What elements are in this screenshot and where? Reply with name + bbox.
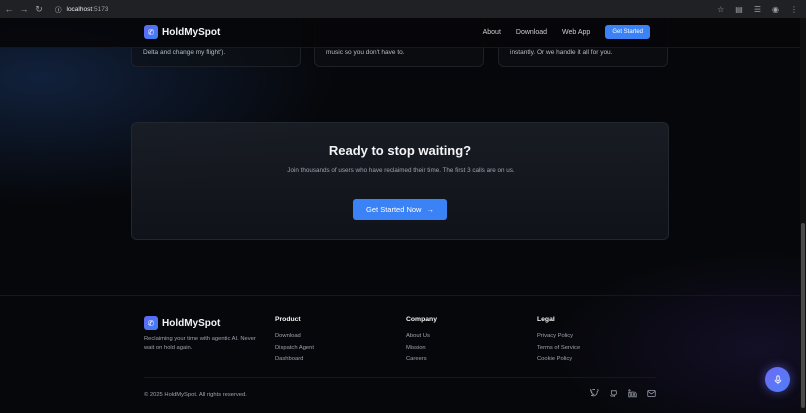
nav-web-app[interactable]: Web App — [562, 29, 590, 36]
footer-link-careers[interactable]: Careers — [406, 356, 437, 368]
tab-search-icon[interactable]: ☰ — [754, 5, 761, 14]
microphone-icon — [774, 374, 781, 384]
cta-section: Ready to stop waiting? Join thousands of… — [131, 122, 669, 240]
footer-tagline: Reclaiming your time with agentic AI. Ne… — [144, 336, 256, 351]
voice-assistant-button[interactable] — [765, 367, 790, 392]
copyright-text: © 2025 HoldMySpot. All rights reserved. — [144, 392, 247, 398]
header-logo[interactable]: ✆ HoldMySpot — [144, 25, 220, 39]
address-bar[interactable]: ⓘ localhost:5173 — [55, 4, 109, 15]
cta-button-label: Get Started Now — [366, 205, 422, 214]
footer-link-mission[interactable]: Mission — [406, 345, 437, 357]
extensions-icon[interactable]: ▤ — [735, 5, 743, 14]
page-scrollbar[interactable] — [800, 18, 806, 413]
cta-title: Ready to stop waiting? — [328, 143, 472, 158]
feature-text: instantly. Or we handle it all for you. — [510, 49, 613, 56]
linkedin-icon[interactable] — [628, 389, 637, 400]
arrow-right-icon: → — [426, 205, 434, 214]
footer-link-dispatch-agent[interactable]: Dispatch Agent — [275, 345, 314, 357]
brand-name: HoldMySpot — [162, 26, 221, 38]
feature-text: music so you don't have to. — [326, 49, 405, 56]
phone-icon: ✆ — [144, 25, 158, 39]
browser-toolbar: ← → ↻ ⓘ localhost:5173 ☆ ▤ ☰ ◉ ⋮ — [0, 0, 806, 18]
footer-column-company: Company About Us Mission Careers — [406, 316, 437, 368]
forward-icon[interactable]: → — [18, 3, 30, 15]
phone-icon: ✆ — [144, 316, 158, 330]
footer-column-title: Product — [275, 316, 301, 323]
site-footer: ✆ HoldMySpot Reclaiming your time with a… — [0, 295, 800, 413]
url-host: localhost — [66, 5, 93, 13]
footer-brand-name: HoldMySpot — [162, 317, 221, 329]
menu-dots-icon[interactable]: ⋮ — [790, 5, 798, 14]
footer-column-legal: Legal Privacy Policy Terms of Service Co… — [537, 316, 580, 368]
mail-icon[interactable] — [647, 389, 656, 400]
back-icon[interactable]: ← — [3, 3, 15, 15]
url-port: :5173 — [92, 5, 109, 13]
get-started-now-button[interactable]: Get Started Now → — [353, 199, 447, 220]
bookmark-star-icon[interactable]: ☆ — [717, 5, 724, 14]
feature-text: Delta and change my flight'). — [143, 49, 226, 56]
footer-link-about-us[interactable]: About Us — [406, 333, 437, 345]
footer-divider — [144, 377, 656, 378]
footer-column-product: Product Download Dispatch Agent Dashboar… — [275, 316, 314, 368]
reload-icon[interactable]: ↻ — [33, 3, 45, 15]
social-links — [590, 387, 656, 400]
site-header: ✆ HoldMySpot About Download Web App Get … — [0, 18, 800, 48]
page-viewport: ✆ HoldMySpot About Download Web App Get … — [0, 18, 806, 413]
nav-about[interactable]: About — [483, 29, 501, 36]
site-info-icon[interactable]: ⓘ — [55, 4, 62, 14]
github-icon[interactable] — [609, 389, 618, 400]
footer-link-privacy-policy[interactable]: Privacy Policy — [537, 333, 580, 345]
twitter-icon[interactable] — [590, 387, 599, 400]
main-nav: About Download Web App Get Started — [483, 25, 650, 39]
footer-link-dashboard[interactable]: Dashboard — [275, 356, 314, 368]
profile-icon[interactable]: ◉ — [772, 5, 779, 14]
footer-column-title: Legal — [537, 316, 555, 323]
scrollbar-thumb[interactable] — [801, 223, 805, 408]
footer-link-download[interactable]: Download — [275, 333, 314, 345]
footer-link-cookie-policy[interactable]: Cookie Policy — [537, 356, 580, 368]
cta-subtitle: Join thousands of users who have reclaim… — [287, 167, 515, 174]
footer-link-terms-of-service[interactable]: Terms of Service — [537, 345, 580, 357]
get-started-button[interactable]: Get Started — [605, 25, 650, 39]
footer-logo[interactable]: ✆ HoldMySpot — [144, 316, 220, 330]
footer-column-title: Company — [406, 316, 437, 323]
nav-download[interactable]: Download — [516, 29, 547, 36]
